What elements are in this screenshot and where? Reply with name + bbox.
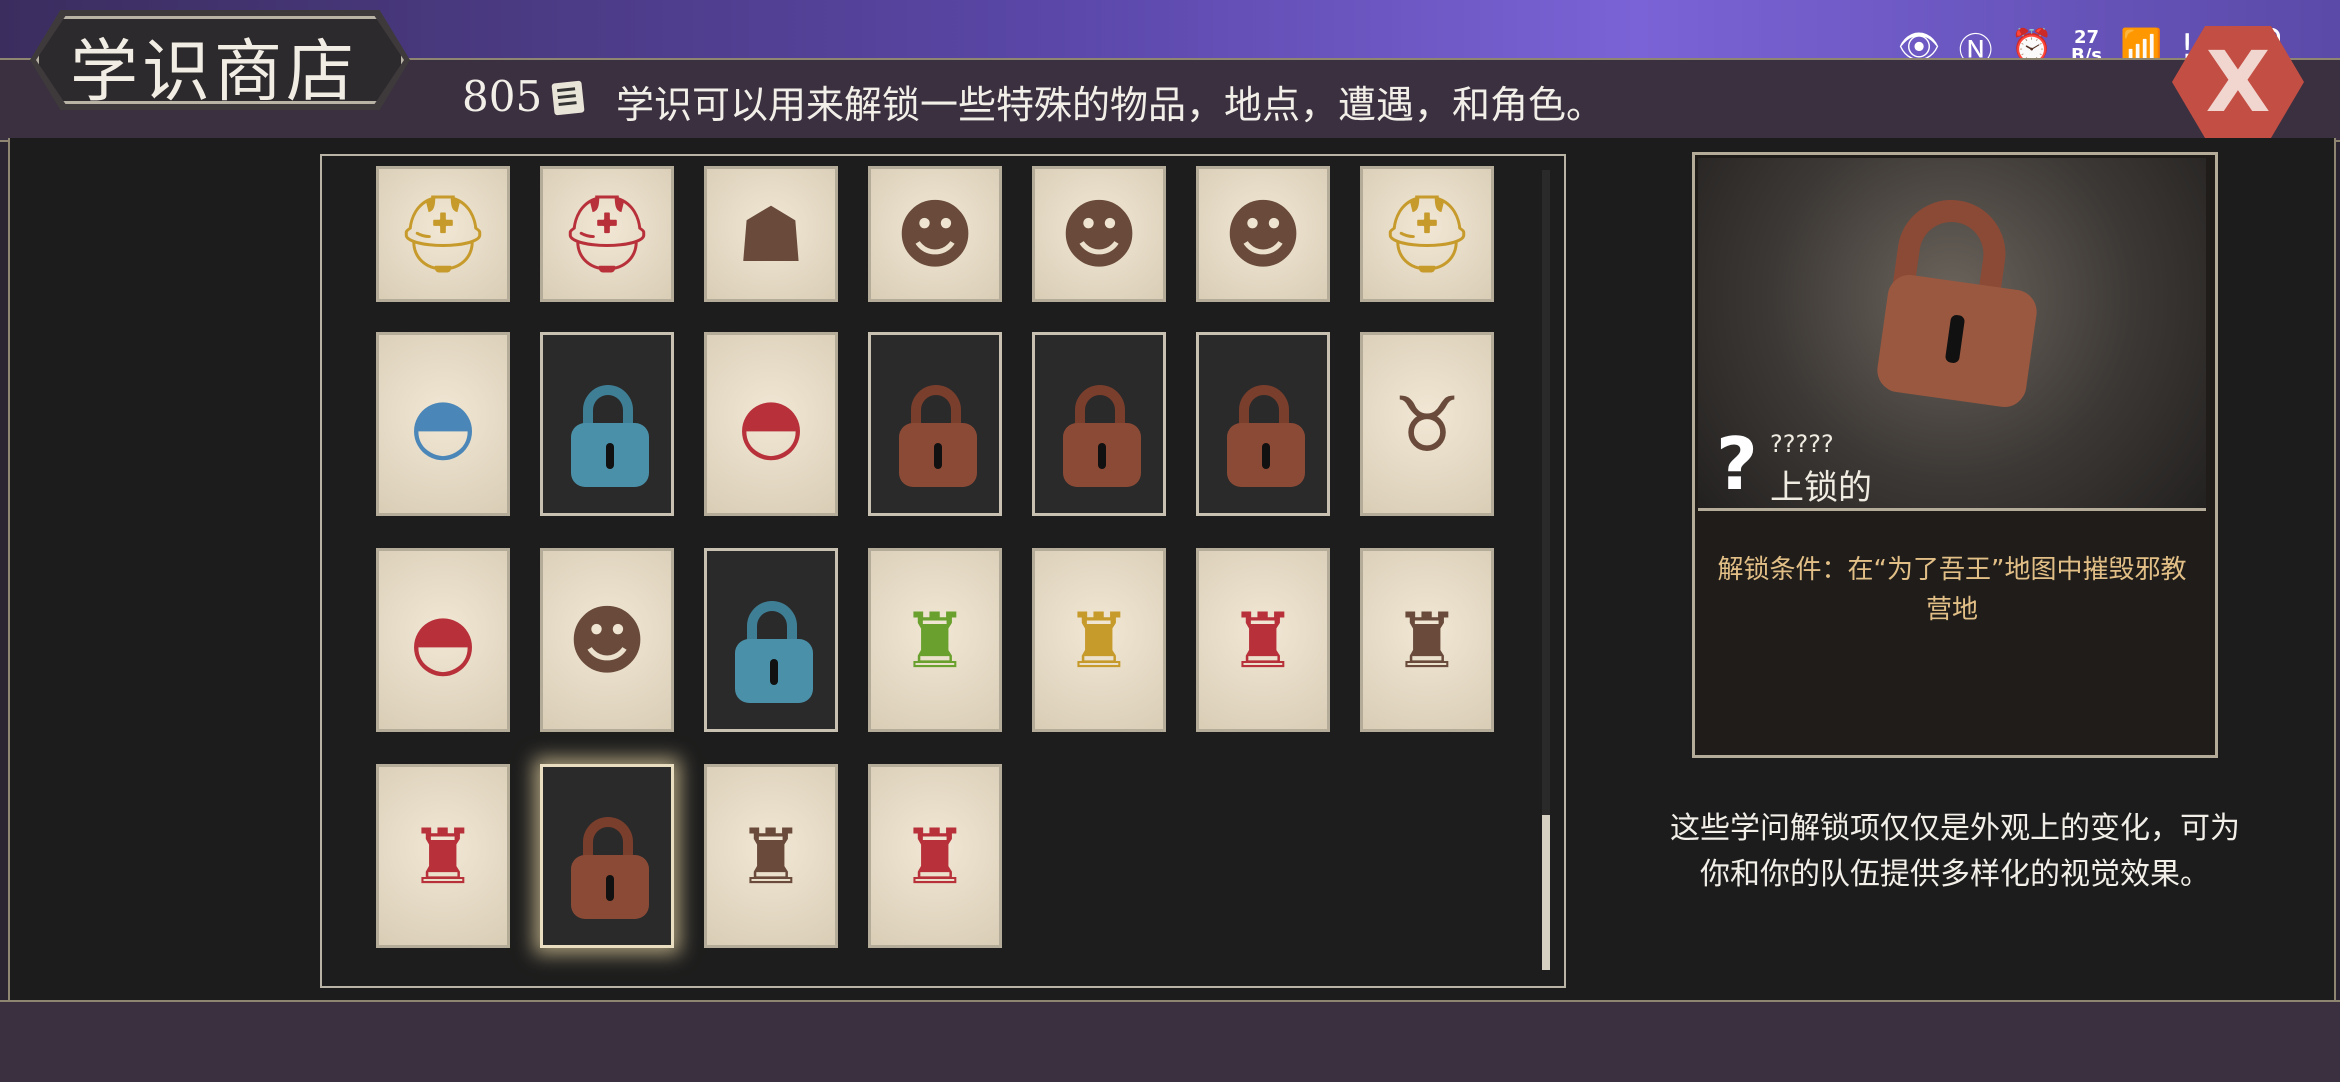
item-card-pirate-outfit[interactable]: ♜ [704, 764, 838, 948]
item-card-red-dress[interactable]: ♜ [868, 764, 1002, 948]
outfit-icon: ♜ [736, 811, 806, 901]
item-card-red-armor[interactable]: ♜ [1196, 548, 1330, 732]
item-card-blue-beanie[interactable]: ◓ [376, 332, 510, 516]
helmet-icon: ⛑ [394, 189, 492, 278]
item-card-red-helmet[interactable]: ⛑ [540, 166, 674, 302]
outfit-icon: ♜ [1228, 595, 1298, 685]
item-card-dark-gold-helmet[interactable]: ⛑ [1360, 166, 1494, 302]
item-card-owl-mask[interactable]: ☻ [1032, 166, 1166, 302]
item-card-red-bandana[interactable]: ◓ [704, 332, 838, 516]
mask-icon: ☻ [895, 189, 975, 279]
outfit-icon: ♜ [900, 595, 970, 685]
helmet-icon: ⛑ [1378, 189, 1476, 278]
item-card-locked-blue[interactable] [540, 332, 674, 516]
item-card-red-black-robe[interactable]: ♜ [376, 764, 510, 948]
hat-icon: ◓ [409, 379, 477, 469]
page-title: 学识商店 [70, 33, 359, 112]
lore-description: 学识可以用来解锁一些特殊的物品，地点，遭遇，和角色。 [616, 83, 1605, 127]
item-card-dark-outfit[interactable]: ♜ [1360, 548, 1494, 732]
cosmetic-note: 这些学问解锁项仅仅是外观上的变化，可为你和你的队伍提供多样化的视觉效果。 [1670, 811, 2240, 892]
mask-icon: ☻ [1223, 189, 1303, 279]
outfit-icon: ♜ [1392, 595, 1462, 685]
hood-icon: ☗ [736, 189, 806, 279]
item-card-pig-mask[interactable]: ☻ [868, 166, 1002, 302]
outfit-icon: ♜ [408, 811, 478, 901]
helmet-icon: ⛑ [558, 189, 656, 278]
outfit-icon: ♜ [1064, 595, 1134, 685]
lock-hole [1262, 443, 1270, 469]
lock-hole [1098, 443, 1106, 469]
item-card-locked-brown-2[interactable] [1032, 332, 1166, 516]
item-card-red-fez[interactable]: ◓ [376, 548, 510, 732]
item-card-locked-brown-selected[interactable] [540, 764, 674, 948]
item-card-feather-mask[interactable]: ☻ [540, 548, 674, 732]
item-card-locked-blue-2[interactable] [704, 548, 838, 732]
lock-hole [934, 443, 942, 469]
item-card-locked-brown-3[interactable] [1196, 332, 1330, 516]
lore-book-icon [551, 80, 585, 116]
mask-icon: ☻ [1059, 189, 1139, 279]
item-name: ????? [1770, 430, 1834, 458]
lock-hole [606, 443, 614, 469]
outfit-icon: ♜ [900, 811, 970, 901]
lock-hole [606, 875, 614, 901]
unlock-condition: 解锁条件：在“为了吾王”地图中摧毁邪教营地 [1717, 555, 2187, 625]
item-card-golden-helmet[interactable]: ⛑ [376, 166, 510, 302]
item-card-dark-gold-armor[interactable]: ♜ [1032, 548, 1166, 732]
hat-icon: ◓ [409, 595, 477, 685]
bottom-bar [0, 1000, 2340, 1082]
horns-icon: ♉ [1392, 379, 1462, 469]
item-card-dark-hood[interactable]: ☗ [704, 166, 838, 302]
hat-icon: ◓ [737, 379, 805, 469]
item-status: 上锁的 [1770, 468, 1872, 508]
mask-icon: ☻ [567, 595, 647, 685]
scrollbar-thumb[interactable] [1542, 815, 1550, 970]
lock-hole [770, 659, 778, 685]
item-card-horns[interactable]: ♉ [1360, 332, 1494, 516]
item-card-three-eyed-mask[interactable]: ☻ [1196, 166, 1330, 302]
lore-count: 805 [462, 72, 543, 121]
item-card-locked-brown-1[interactable] [868, 332, 1002, 516]
item-card-green-suit[interactable]: ♜ [868, 548, 1002, 732]
question-mark-icon: ? [1716, 422, 1758, 506]
